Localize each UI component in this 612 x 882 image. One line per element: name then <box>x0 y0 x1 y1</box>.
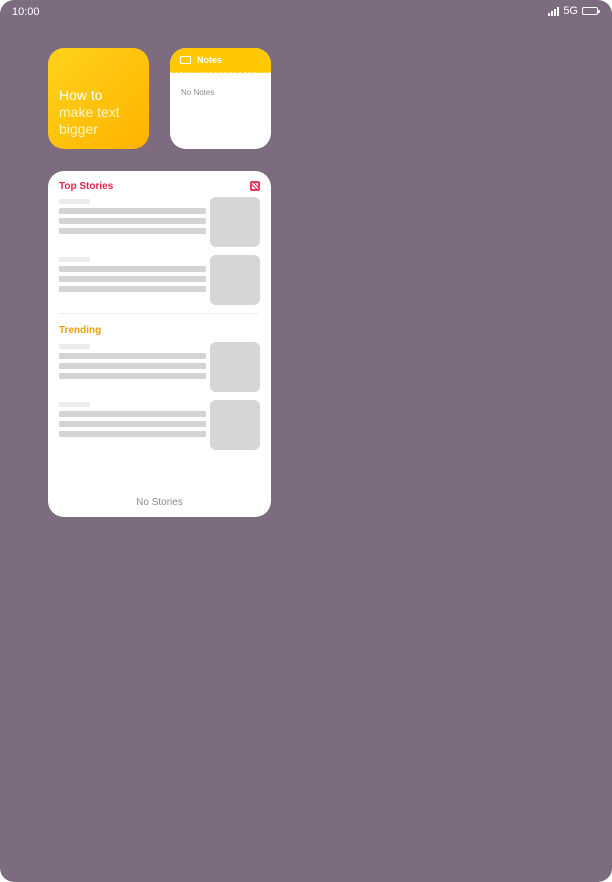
status-indicators: 5G <box>548 5 600 17</box>
section-divider <box>59 313 258 314</box>
tips-widget-text: How to make text bigger <box>59 87 141 138</box>
apple-news-icon <box>250 181 260 191</box>
trending-title: Trending <box>59 325 102 336</box>
news-widget[interactable]: Top Stories Trending No Stories <box>48 171 271 517</box>
tips-line: make text <box>59 104 120 120</box>
story-placeholder <box>59 255 260 305</box>
folder-icon <box>180 56 191 64</box>
news-empty-text: No Stories <box>136 497 183 508</box>
story-thumbnail <box>210 400 260 450</box>
tips-line: How to <box>59 87 103 103</box>
cellular-signal-icon <box>548 6 560 16</box>
notes-empty-text: No Notes <box>181 88 215 97</box>
notes-widget-title: Notes <box>197 55 223 65</box>
tips-line: bigger <box>59 121 98 137</box>
notes-widget[interactable]: Notes No Notes <box>170 48 271 149</box>
story-placeholder <box>59 400 260 450</box>
story-thumbnail <box>210 197 260 247</box>
battery-icon <box>582 7 600 15</box>
story-placeholder <box>59 197 260 247</box>
status-time: 10:00 <box>12 6 40 18</box>
tips-widget[interactable]: How to make text bigger <box>48 48 149 149</box>
notes-widget-header: Notes <box>170 48 271 73</box>
top-stories-title: Top Stories <box>59 181 114 192</box>
story-thumbnail <box>210 342 260 392</box>
story-placeholder <box>59 342 260 392</box>
story-thumbnail <box>210 255 260 305</box>
home-screen: 10:00 5G How to make text bigger Notes N… <box>0 0 612 882</box>
network-type: 5G <box>563 5 578 17</box>
status-bar: 10:00 5G <box>0 0 612 24</box>
